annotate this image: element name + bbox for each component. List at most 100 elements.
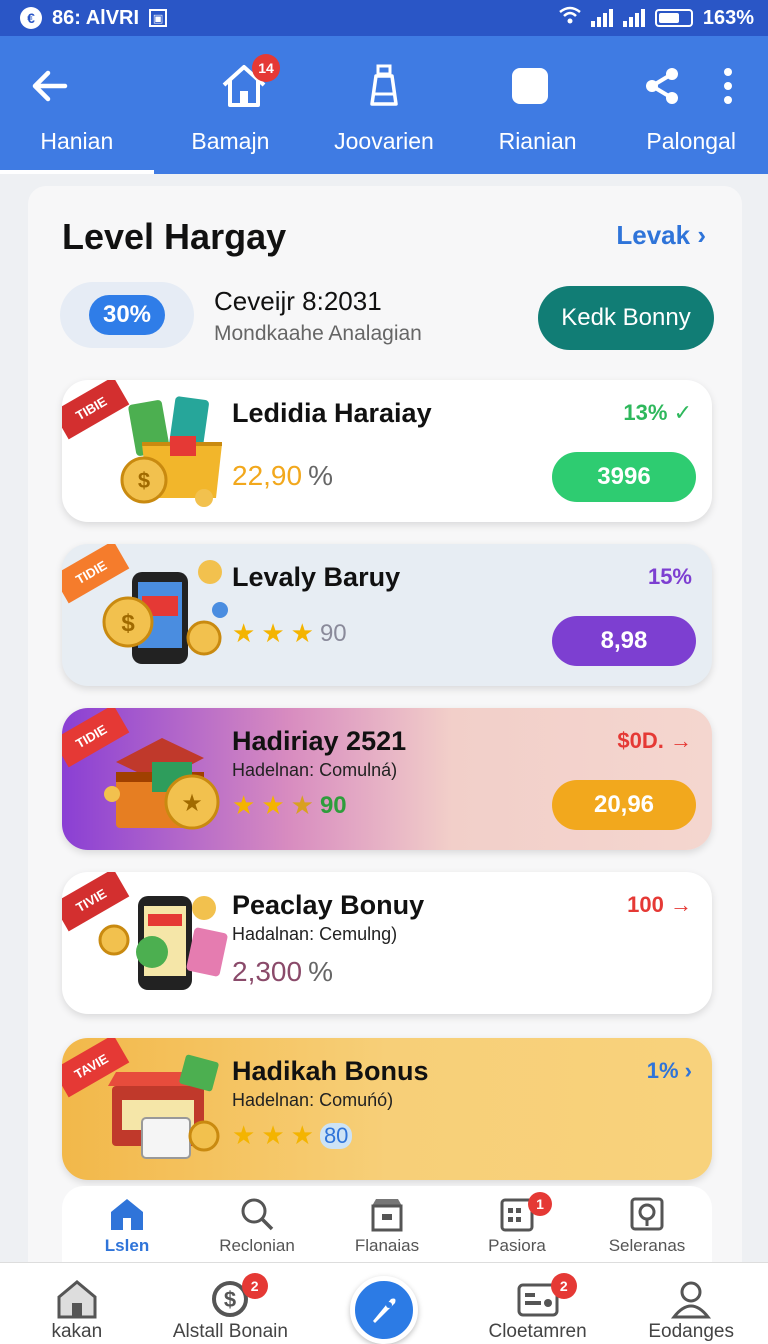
card-percent: 1% bbox=[646, 1058, 679, 1083]
bottom-nav-alstall-bonain[interactable]: $ 2 Alstall Bonain bbox=[154, 1263, 308, 1344]
bottom-nav-eodanges[interactable]: Eodanges bbox=[614, 1263, 768, 1344]
home-icon bbox=[111, 1199, 143, 1230]
star-icon: ★ bbox=[290, 1120, 314, 1150]
bonus-card[interactable]: TIBIE $ Ledidia Haraiay 22,90 % 13% ✓ 39… bbox=[62, 380, 712, 522]
card-value: 22,90 bbox=[232, 460, 303, 491]
check-icon: ✓ bbox=[673, 400, 692, 425]
tab-joovarien[interactable]: Joovarien bbox=[307, 124, 461, 174]
bonus-card[interactable]: TIDIE ★ Hadiriay 2521 Hadelnan: Comulná)… bbox=[62, 708, 712, 850]
card-rating-row: ★ ★ ★ 80 bbox=[232, 1120, 353, 1151]
star-icon: ★ bbox=[290, 618, 314, 648]
inner-nav: Lslen Reclonian Flanaias 1 Pasiora Seler… bbox=[62, 1186, 712, 1266]
card-value: 2,300 bbox=[232, 956, 303, 987]
svg-text:$: $ bbox=[121, 610, 135, 637]
summary-date: Ceveijr 8:2031 bbox=[214, 286, 382, 316]
levak-link[interactable]: Levak › bbox=[616, 220, 706, 251]
inner-nav-label: Lslen bbox=[104, 1236, 150, 1255]
card-title: Hadikah Bonus bbox=[232, 1056, 429, 1086]
card-title: Ledidia Haraiay bbox=[232, 398, 432, 428]
svg-text:★: ★ bbox=[181, 789, 203, 817]
bonus-card[interactable]: TIDIE $ Levaly Baruy ★ ★ ★ 90 15% 8,98 bbox=[62, 544, 712, 686]
signal-icon-2 bbox=[622, 9, 645, 27]
card-amount-button[interactable]: 3996 bbox=[552, 452, 696, 502]
chevron-right-icon: › bbox=[684, 1058, 692, 1083]
card-rating-row: ★ ★ ★ 90 bbox=[232, 618, 347, 649]
home-icon[interactable]: 14 bbox=[216, 54, 280, 114]
more-vert-icon[interactable] bbox=[700, 58, 756, 114]
battery-icon bbox=[654, 9, 693, 27]
bonus-card[interactable]: TIVIE Peaclay Bonuy Hadalnan: Cemulng) 2… bbox=[62, 872, 712, 1014]
card-rating: 90 bbox=[319, 791, 347, 819]
card-subtitle: Hadalnan: Cemulng) bbox=[232, 924, 398, 944]
card-amount-button[interactable]: 20,96 bbox=[552, 780, 696, 830]
summary-subtitle: Mondkaahe Analagian bbox=[214, 322, 422, 345]
svg-text:$: $ bbox=[138, 468, 150, 493]
card-amount-button[interactable]: 8,98 bbox=[552, 616, 696, 666]
inner-nav-lslen[interactable]: Lslen bbox=[62, 1186, 192, 1266]
inner-nav-label: Flanaias bbox=[354, 1236, 420, 1255]
page-title: Level Hargay bbox=[62, 216, 287, 257]
card-percent-row: 1% › bbox=[647, 1058, 692, 1084]
inner-nav-seleranas[interactable]: Seleranas bbox=[582, 1186, 712, 1266]
notification-badge: 2 bbox=[550, 1273, 577, 1299]
status-bar: € 86: AlVRI ▣ 163% bbox=[0, 0, 768, 36]
tab-hanian[interactable]: Hanian bbox=[0, 124, 154, 174]
main-panel: Level Hargay Levak › 30% Ceveijr 8:2031 … bbox=[28, 186, 742, 1286]
inner-nav-reclonian[interactable]: Reclonian bbox=[192, 1186, 322, 1266]
card-subtitle: Hadelnan: Comuńó) bbox=[232, 1090, 394, 1110]
star-icon: ★ bbox=[261, 1120, 285, 1150]
tab-bamajn[interactable]: Bamajn bbox=[154, 124, 308, 174]
app-notification-icon: € bbox=[20, 7, 42, 29]
bonus-card[interactable]: TAVIE Hadikah Bonus Hadelnan: Comuńó) ★ … bbox=[62, 1038, 712, 1180]
kedk-bonny-button[interactable]: Kedk Bonny bbox=[538, 286, 714, 350]
levak-link-label: Levak bbox=[616, 220, 691, 250]
square-icon[interactable] bbox=[502, 58, 558, 114]
notification-badge: 1 bbox=[528, 1192, 552, 1216]
inner-nav-flanaias[interactable]: Flanaias bbox=[322, 1186, 452, 1266]
card-value-unit: % bbox=[308, 460, 333, 491]
card-rating: 90 bbox=[319, 619, 347, 647]
card-title: Peaclay Bonuy bbox=[232, 890, 425, 920]
gift-basket-illustration: $ bbox=[92, 394, 232, 508]
card-value-row: 22,90 % bbox=[232, 460, 333, 492]
inner-nav-pasiora[interactable]: 1 Pasiora bbox=[452, 1186, 582, 1266]
card-rating-row: ★ ★ ★ 90 bbox=[232, 790, 347, 821]
phone-coins-illustration: $ bbox=[92, 558, 232, 672]
signal-icon bbox=[590, 9, 613, 27]
card-amount: 100 bbox=[627, 892, 664, 917]
card-percent: 13% bbox=[623, 400, 668, 425]
arrow-right-icon: → bbox=[670, 728, 692, 753]
star-icon: ★ bbox=[232, 790, 256, 820]
card-title: Levaly Baruy bbox=[232, 562, 401, 592]
bottom-nav-kakan[interactable]: kakan bbox=[0, 1263, 154, 1344]
bottom-nav-cloetamren[interactable]: 2 Cloetamren bbox=[461, 1263, 615, 1344]
progress-percent: 30% bbox=[88, 295, 166, 335]
card-rating: 80 bbox=[319, 1122, 353, 1149]
share-icon[interactable] bbox=[634, 58, 690, 114]
card-amount: $0D. bbox=[617, 728, 664, 753]
store-icon bbox=[371, 1199, 403, 1232]
star-icon: ★ bbox=[232, 1120, 256, 1150]
card-amount-row: $0D. → bbox=[617, 728, 692, 754]
inner-nav-label: Reclonian bbox=[219, 1236, 295, 1255]
bottle-icon[interactable] bbox=[356, 58, 412, 114]
treasure-chest-illustration: ★ bbox=[92, 722, 232, 836]
home-icon bbox=[57, 1280, 97, 1319]
chevron-right-icon: › bbox=[697, 220, 706, 250]
profile-icon bbox=[671, 1281, 712, 1319]
back-arrow-icon[interactable] bbox=[22, 58, 78, 114]
bottom-nav-label: Eodanges bbox=[648, 1321, 734, 1342]
location-icon bbox=[630, 1197, 664, 1231]
shop-cash-illustration bbox=[92, 1052, 232, 1166]
status-time: 86: AlVRI bbox=[52, 6, 140, 29]
bottom-nav-label: Alstall Bonain bbox=[172, 1321, 288, 1342]
arrow-right-icon: → bbox=[670, 892, 692, 917]
star-icon: ★ bbox=[232, 618, 256, 648]
tab-palongal[interactable]: Palongal bbox=[614, 124, 768, 174]
progress-pill: 30% bbox=[60, 282, 194, 348]
center-action-button[interactable] bbox=[350, 1276, 418, 1344]
inner-nav-label: Pasiora bbox=[488, 1236, 546, 1255]
card-subtitle: Hadelnan: Comulná) bbox=[232, 760, 398, 780]
svg-text:$: $ bbox=[224, 1287, 236, 1312]
tab-rianian[interactable]: Rianian bbox=[461, 124, 615, 174]
